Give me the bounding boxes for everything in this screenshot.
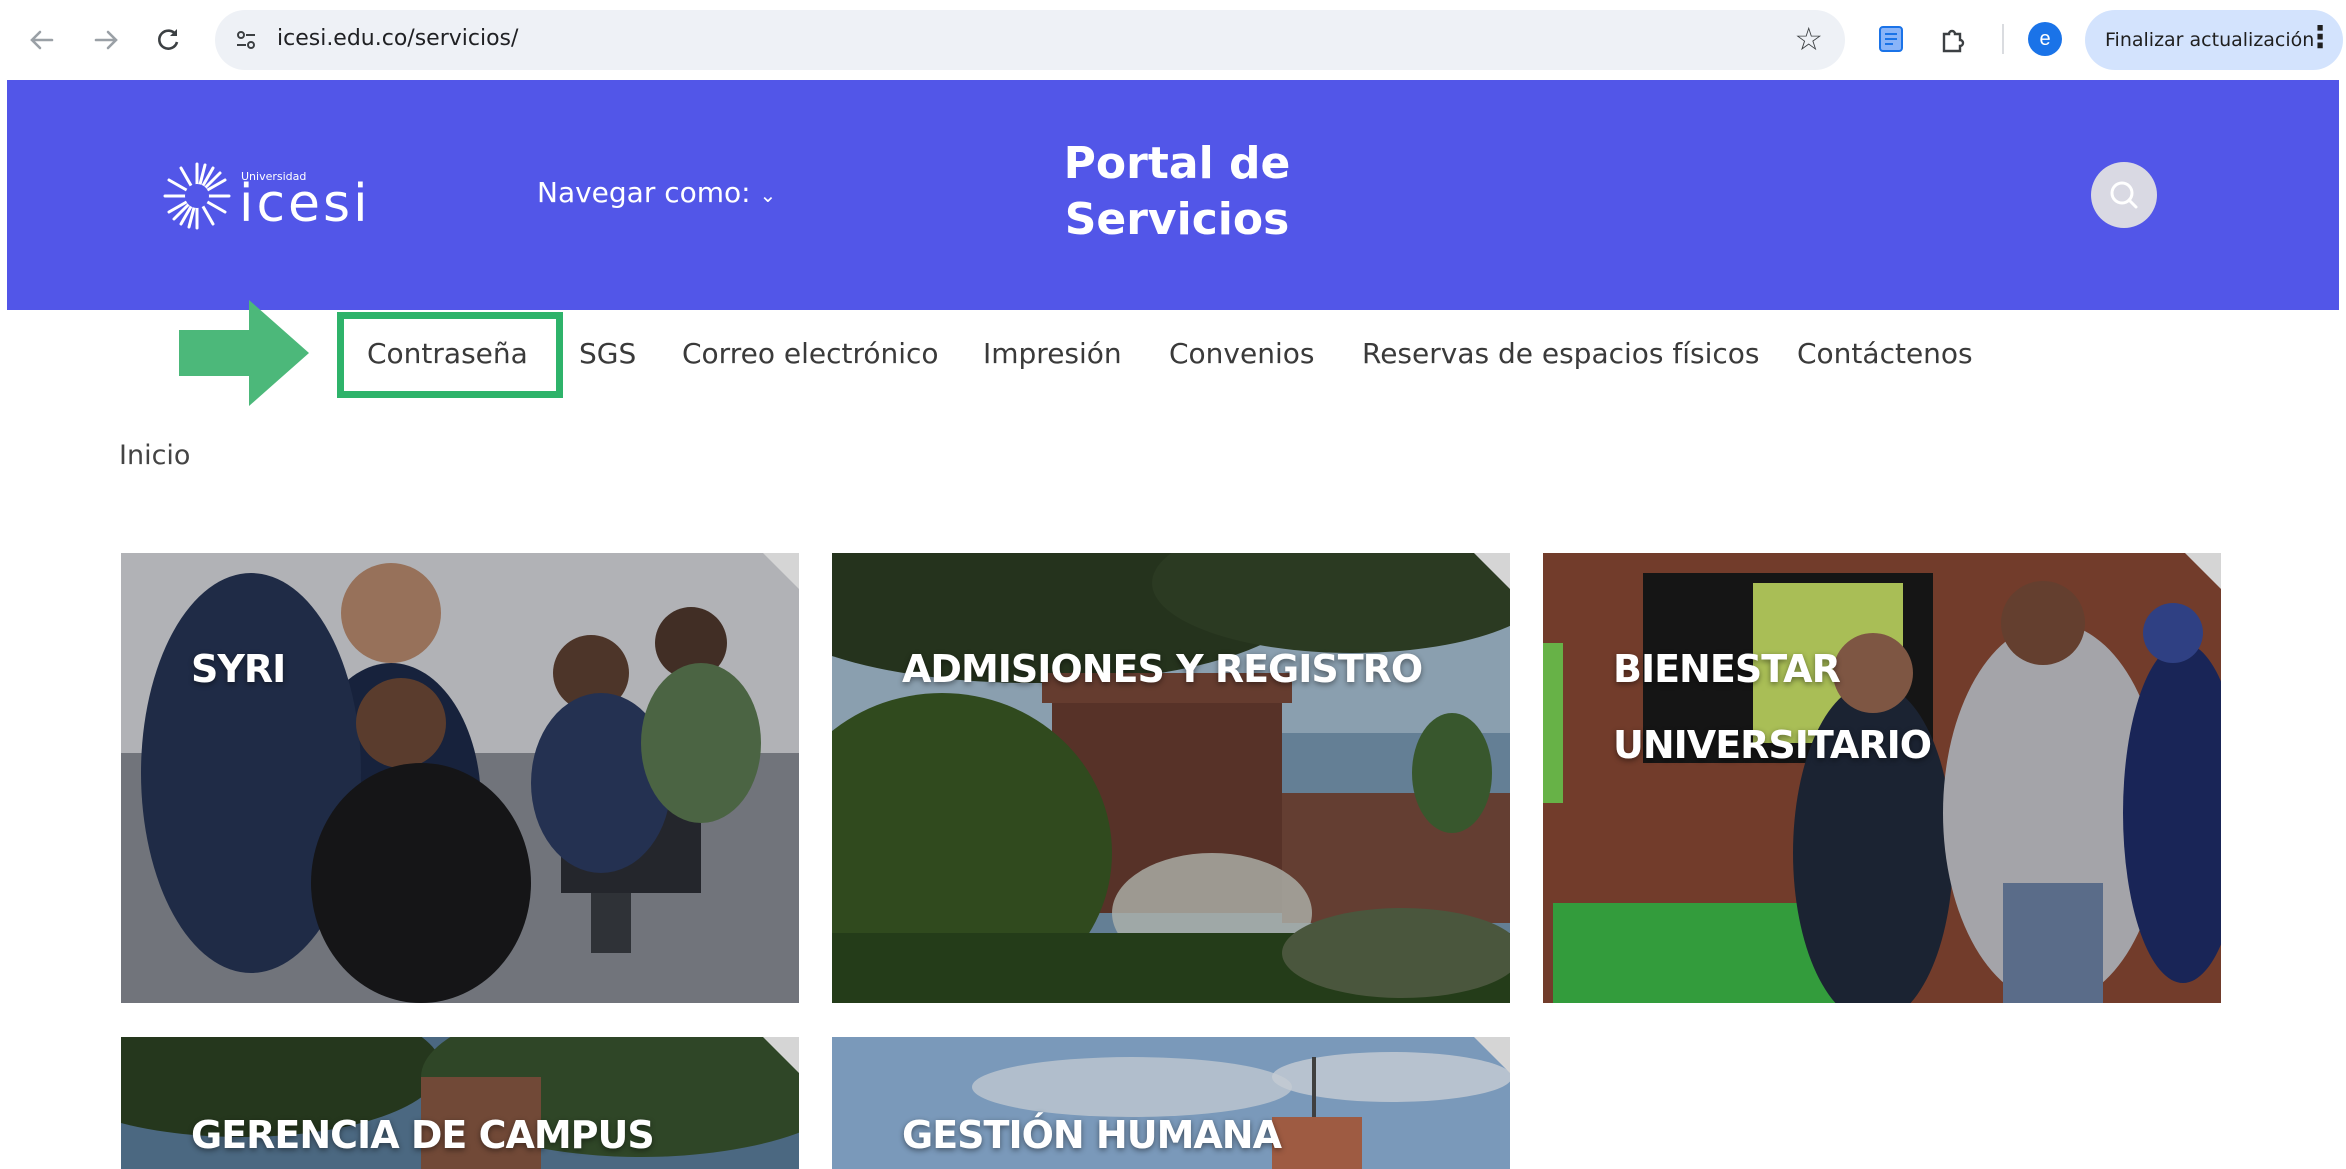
card-admisiones[interactable]: ADMISIONES Y REGISTRO bbox=[832, 553, 1510, 1003]
card-corner bbox=[2185, 553, 2221, 589]
menu-item-reservas[interactable]: Reservas de espacios físicos bbox=[1362, 337, 1760, 370]
card-corner bbox=[1474, 553, 1510, 589]
site-settings-icon[interactable] bbox=[231, 25, 261, 55]
menu-item-contactenos[interactable]: Contáctenos bbox=[1797, 337, 1973, 370]
search-icon bbox=[2110, 181, 2138, 209]
card-title-bienestar: BIENESTAR UNIVERSITARIO bbox=[1613, 631, 1932, 783]
card-title-line-2: UNIVERSITARIO bbox=[1613, 723, 1932, 767]
url-text[interactable]: icesi.edu.co/servicios/ bbox=[277, 26, 518, 51]
profile-avatar[interactable]: e bbox=[2028, 22, 2062, 56]
navegar-como-dropdown[interactable]: Navegar como: ⌄ bbox=[537, 176, 776, 209]
chevron-down-icon: ⌄ bbox=[759, 183, 777, 207]
browser-toolbar: icesi.edu.co/servicios/ ☆ e Finalizar ac… bbox=[0, 0, 2346, 80]
address-bar[interactable]: icesi.edu.co/servicios/ ☆ bbox=[215, 10, 1845, 70]
card-corner bbox=[763, 1037, 799, 1073]
menu-item-sgs[interactable]: SGS bbox=[579, 337, 636, 370]
breadcrumb[interactable]: Inicio bbox=[119, 440, 190, 471]
card-corner bbox=[763, 553, 799, 589]
icesi-logo[interactable]: Universidad icesi bbox=[159, 158, 368, 234]
menu-item-impresion[interactable]: Impresión bbox=[983, 337, 1122, 370]
card-bienestar[interactable]: BIENESTAR UNIVERSITARIO bbox=[1543, 553, 2221, 1003]
card-title-line-1: ADMISIONES Y REGISTRO bbox=[902, 647, 1423, 691]
toolbar-separator bbox=[2002, 24, 2004, 54]
card-title-line-1: GESTIÓN HUMANA bbox=[902, 1113, 1282, 1157]
navegar-como-label: Navegar como: bbox=[537, 176, 751, 209]
menu-item-convenios[interactable]: Convenios bbox=[1169, 337, 1314, 370]
card-title-line-1: SYRI bbox=[191, 647, 286, 691]
page-content: Universidad icesi Navegar como: ⌄ Portal… bbox=[7, 80, 2339, 1169]
logo-name: icesi bbox=[239, 174, 371, 234]
card-syri[interactable]: SYRI bbox=[121, 553, 799, 1003]
update-button[interactable]: Finalizar actualización ⋮ bbox=[2085, 10, 2343, 70]
reload-icon[interactable] bbox=[146, 18, 190, 62]
title-line-1: Portal de bbox=[1063, 138, 1291, 189]
menu-item-correo[interactable]: Correo electrónico bbox=[682, 337, 939, 370]
star-icon[interactable]: ☆ bbox=[1794, 20, 1823, 58]
menu-item-contrasena[interactable]: Contraseña bbox=[367, 337, 528, 370]
search-button[interactable] bbox=[2091, 162, 2157, 228]
reading-list-icon[interactable] bbox=[1874, 22, 1908, 56]
card-syri-image bbox=[121, 553, 799, 1003]
logo-burst-icon bbox=[163, 162, 231, 230]
card-title-line-1: BIENESTAR bbox=[1613, 647, 1841, 691]
card-corner bbox=[1474, 1037, 1510, 1073]
card-title-gestion: GESTIÓN HUMANA bbox=[902, 1097, 1282, 1169]
extensions-icon[interactable] bbox=[1936, 22, 1970, 56]
card-title-line-1: GERENCIA DE CAMPUS bbox=[191, 1113, 655, 1157]
card-title-syri: SYRI bbox=[191, 631, 286, 707]
card-gestion-humana[interactable]: GESTIÓN HUMANA bbox=[832, 1037, 1510, 1169]
card-title-admisiones: ADMISIONES Y REGISTRO bbox=[902, 631, 1423, 707]
back-arrow-icon[interactable] bbox=[20, 18, 64, 62]
more-options-icon[interactable]: ⋮ bbox=[2305, 20, 2335, 55]
title-line-2: Servicios bbox=[1064, 194, 1290, 245]
site-header: Universidad icesi Navegar como: ⌄ Portal… bbox=[7, 80, 2339, 310]
card-gerencia-campus[interactable]: GERENCIA DE CAMPUS bbox=[121, 1037, 799, 1169]
update-button-label: Finalizar actualización bbox=[2105, 29, 2315, 51]
forward-arrow-icon[interactable] bbox=[84, 18, 128, 62]
card-admisiones-image bbox=[832, 553, 1510, 1003]
page-title: Portal de Servicios bbox=[1017, 136, 1337, 248]
card-title-gerencia: GERENCIA DE CAMPUS bbox=[191, 1097, 655, 1169]
